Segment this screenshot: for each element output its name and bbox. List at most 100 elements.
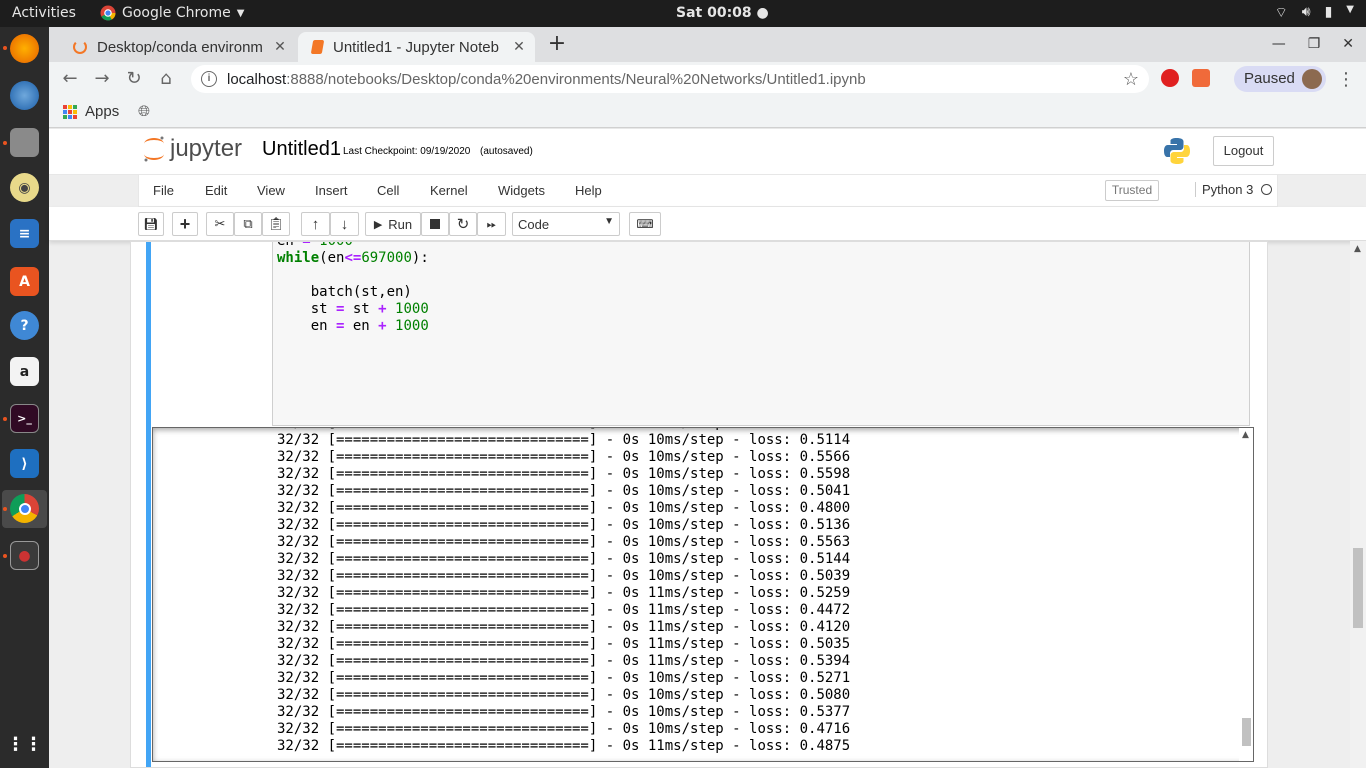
paste-icon: 📋︎ [267,216,285,231]
minimize-icon[interactable]: — [1272,36,1286,52]
output-step-time: 10ms/step [647,432,724,448]
restart-run-all-button[interactable]: ⏩︎ [477,212,506,236]
run-button[interactable]: ▶ Run [365,212,421,236]
software-center-icon[interactable]: A [10,267,39,296]
code-token: while [277,250,320,266]
output-separator: - loss: [723,738,800,754]
menu-kernel[interactable]: Kernel [430,183,468,198]
menu-help[interactable]: Help [575,183,602,198]
site-info-icon[interactable]: i [201,71,217,87]
menu-insert[interactable]: Insert [315,183,348,198]
output-step-time: 10ms/step [647,500,724,516]
scroll-up-icon[interactable]: ▲ [1242,430,1249,440]
menu-view[interactable]: View [257,183,285,198]
address-bar[interactable]: i localhost:8888/notebooks/Desktop/conda… [191,65,1149,93]
terminal-icon[interactable]: >_ [10,404,39,433]
reload-icon[interactable]: ↻ [123,68,145,90]
menu-edit[interactable]: Edit [205,183,227,198]
restart-button[interactable]: ↻ [449,212,477,236]
home-icon[interactable]: ⌂ [155,68,177,90]
output-step-time: 10ms/step [647,517,724,533]
file-manager-icon[interactable] [10,128,39,157]
scroll-up-icon[interactable]: ▲ [1354,244,1361,254]
output-scrollbar[interactable]: ▲ [1239,428,1253,761]
extension-icon[interactable] [1161,69,1179,87]
python-logo-icon [1164,138,1190,164]
close-icon[interactable]: ✕ [272,39,288,55]
output-step-time: 10ms/step [647,449,724,465]
output-loss: 0.5114 [799,432,851,448]
code-token: en [277,318,337,334]
kernel-name[interactable]: Python 3 [1195,182,1253,197]
menu-file[interactable]: File [153,183,174,198]
new-tab-button[interactable]: + [543,33,571,57]
activities-button[interactable]: Activities [12,5,76,21]
code-cell-input[interactable]: en = 1000while(en<=697000): batch(st,en)… [272,242,1250,426]
cell-type-select[interactable]: Code ▼ [512,212,620,236]
writer-icon[interactable]: ≡ [10,219,39,248]
back-icon[interactable]: ← [59,68,81,90]
profile-button[interactable]: Paused [1234,66,1326,92]
help-icon[interactable]: ? [10,311,39,340]
menu-cell[interactable]: Cell [377,183,399,198]
insert-cell-button[interactable]: + [172,212,198,236]
notebook-name[interactable]: Untitled1 [262,138,341,161]
rhythmbox-icon[interactable]: ◉ [10,173,39,202]
code-token: en [344,318,379,334]
move-up-button[interactable]: ↑ [301,212,330,236]
save-icon: 💾︎ [143,217,159,231]
apps-shortcut[interactable]: Apps [63,103,119,120]
output-scrollbar-thumb[interactable] [1242,718,1251,746]
paste-button[interactable]: 📋︎ [262,212,290,236]
output-progress: 32/32 [==============================] -… [277,619,648,635]
recording-icon[interactable]: ● [10,541,39,570]
url-path: :8888/notebooks/Desktop/conda%20environm… [286,70,866,88]
notebook-container: en = 1000while(en<=697000): batch(st,en)… [130,241,1268,768]
output-line: 32/32 [==============================] -… [277,551,850,568]
app-menu[interactable]: Google Chrome ▼ [100,5,244,21]
extension-megaphone-icon[interactable] [1192,69,1210,87]
save-button[interactable]: 💾︎ [138,212,164,236]
command-palette-button[interactable]: ⌨ [629,212,661,236]
trusted-indicator[interactable]: Trusted [1105,180,1159,201]
close-icon[interactable]: ✕ [511,39,527,55]
globe-icon[interactable]: 🌐︎ [138,103,150,120]
menu-widgets[interactable]: Widgets [498,183,545,198]
clock[interactable]: Sat 00:08 ● [676,5,769,21]
interrupt-button[interactable] [421,212,449,236]
more-menu-icon[interactable]: ⋮ [1337,69,1355,90]
output-step-time: 10ms/step [647,551,724,567]
output-line: 32/32 [==============================] -… [277,500,850,517]
tab-untitled1[interactable]: Untitled1 - Jupyter Noteb ✕ [298,32,535,62]
cell-output-scroll[interactable]: 32/32 [==============================] -… [152,427,1254,762]
copy-button[interactable]: ⧉ [234,212,262,236]
move-down-button[interactable]: ↓ [330,212,359,236]
output-line: 32/32 [==============================] -… [277,568,850,585]
page-scrollbar[interactable]: ▲ [1350,241,1366,768]
forward-icon[interactable]: → [91,68,113,90]
maximize-icon[interactable]: ❐ [1308,36,1321,52]
vscode-icon[interactable]: ⟩ [10,449,39,478]
logout-button[interactable]: Logout [1213,136,1274,166]
amazon-icon[interactable]: a [10,357,39,386]
show-apps-icon[interactable]: ⋮⋮ [7,730,43,759]
url-host: localhost [227,70,287,88]
apps-grid-icon [63,104,77,119]
bookmark-star-icon[interactable]: ☆ [1123,69,1139,90]
jupyter-logo[interactable]: jupyter [142,135,242,163]
close-window-icon[interactable]: ✕ [1342,36,1354,52]
firefox-icon[interactable] [10,34,39,63]
jupyter-page: jupyter Untitled1 Last Checkpoint: 09/19… [49,129,1366,768]
chrome-icon[interactable] [10,494,39,523]
browser-toolbar: ← → ↻ ⌂ i localhost:8888/notebooks/Deskt… [49,62,1366,96]
cut-button[interactable]: ✂ [206,212,234,236]
system-tray[interactable]: ⌔ 🔊︎ ▮ ▼ [1275,4,1354,22]
thunderbird-icon[interactable] [10,81,39,110]
code-editor[interactable]: en = 1000while(en<=697000): batch(st,en)… [277,242,429,335]
output-separator: - loss: [723,602,800,618]
output-separator: - loss: [723,517,800,533]
code-token: 697000 [361,250,412,266]
tab-desktop[interactable]: Desktop/conda environm ✕ [59,32,296,62]
output-separator: - loss: [723,721,800,737]
page-scrollbar-thumb[interactable] [1353,548,1363,628]
